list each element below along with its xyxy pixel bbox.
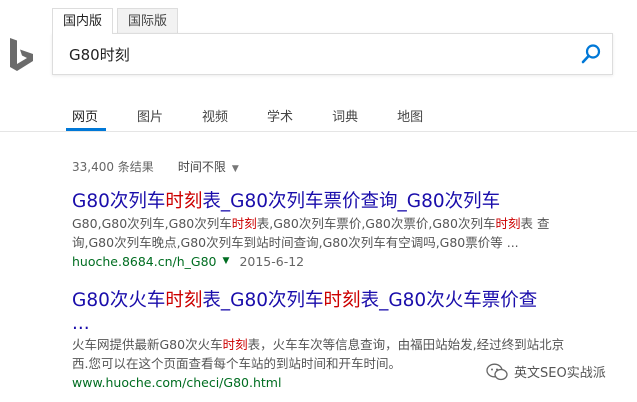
tab-videos[interactable]: 视频 [202,106,228,125]
watermark-text: 英文SEO实战派 [514,366,606,381]
wechat-icon [486,363,508,380]
keyword-highlight: 时刻 [323,290,361,311]
time-filter-label: 时间不限 [177,160,226,174]
result-snippet-line: G80,G80次列车,G80次列车时刻表,G80次列车票价,G80次票价,G80… [72,214,617,233]
keyword-highlight: 时刻 [222,337,248,352]
result-url[interactable]: www.huoche.com/checi/G80.html [72,373,281,392]
keyword-highlight: 时刻 [165,290,203,311]
text-segment: 表 查 [520,216,550,231]
caret-down-icon: ▼ [231,164,239,174]
region-tabs: 国内版 国际版 [52,8,182,34]
tab-images[interactable]: 图片 [137,106,163,125]
text-segment: 火车网提供最新G80次火车 [72,337,223,352]
result-snippet-line: 询,G80次列车晚点,G80次列车到站时间查询,G80次列车有空调吗,G80票价… [72,233,617,252]
search-input[interactable] [69,42,549,66]
region-tab-international[interactable]: 国际版 [117,8,179,34]
search-icon[interactable] [580,43,602,65]
tab-web[interactable]: 网页 [72,106,98,125]
tab-dictionary[interactable]: 词典 [332,106,358,125]
nav-divider [0,131,637,132]
vertical-nav: 网页 图片 视频 学术 词典 地图 [72,106,462,125]
text-segment: 表，火车车次等信息查询，由福田站始发,经过终到站北京 [247,337,565,352]
result-title-continuation[interactable]: ... [72,313,617,335]
result-title-link[interactable]: G80次列车时刻表_G80次列车票价查询_G80次列车 [72,190,617,214]
tab-maps[interactable]: 地图 [397,106,423,125]
search-result: G80次列车时刻表_G80次列车票价查询_G80次列车 G80,G80次列车,G… [72,190,617,271]
text-segment: 表_G80次列车 [202,290,324,311]
keyword-highlight: 时刻 [165,191,203,212]
caret-down-icon[interactable]: ▼ [223,252,230,271]
keyword-highlight: 时刻 [495,216,521,231]
text-segment: 表,G80次列车票价,G80次票价,G80次列车 [256,216,496,231]
text-segment: 表_G80次列车票价查询_G80次列车 [202,191,501,212]
text-segment: G80,G80次列车,G80次列车 [72,216,232,231]
result-url-row: huoche.8684.cn/h_G80 ▼ 2015-6-12 [72,252,617,271]
search-box [52,33,613,75]
text-segment: G80次火车 [72,290,166,311]
text-segment: G80次列车 [72,191,166,212]
bing-logo-icon[interactable] [8,36,36,74]
time-filter-dropdown[interactable]: 时间不限 ▼ [178,158,239,175]
result-date: 2015-6-12 [239,254,305,269]
result-url[interactable]: huoche.8684.cn/h_G80 [72,252,217,271]
tab-academic[interactable]: 学术 [267,106,293,125]
text-segment: 询,G80次列车晚点,G80次列车到站时间查询,G80次列车有空调吗,G80票价… [72,235,519,250]
text-segment: 西.您可以在这个页面查看每个车站的到站时间和开车时间。 [72,356,401,371]
result-snippet-line: 火车网提供最新G80次火车时刻表，火车车次等信息查询，由福田站始发,经过终到站北… [72,335,617,354]
result-count: 33,400 条结果 [72,160,154,174]
watermark: 英文SEO实战派 [486,362,606,381]
text-segment: 表_G80次火车票价查 [360,290,538,311]
result-title-link[interactable]: G80次火车时刻表_G80次列车时刻表_G80次火车票价查 [72,289,617,313]
results-meta: 33,400 条结果 时间不限 ▼ [72,158,239,175]
keyword-highlight: 时刻 [231,216,257,231]
region-tab-domestic[interactable]: 国内版 [52,8,114,34]
